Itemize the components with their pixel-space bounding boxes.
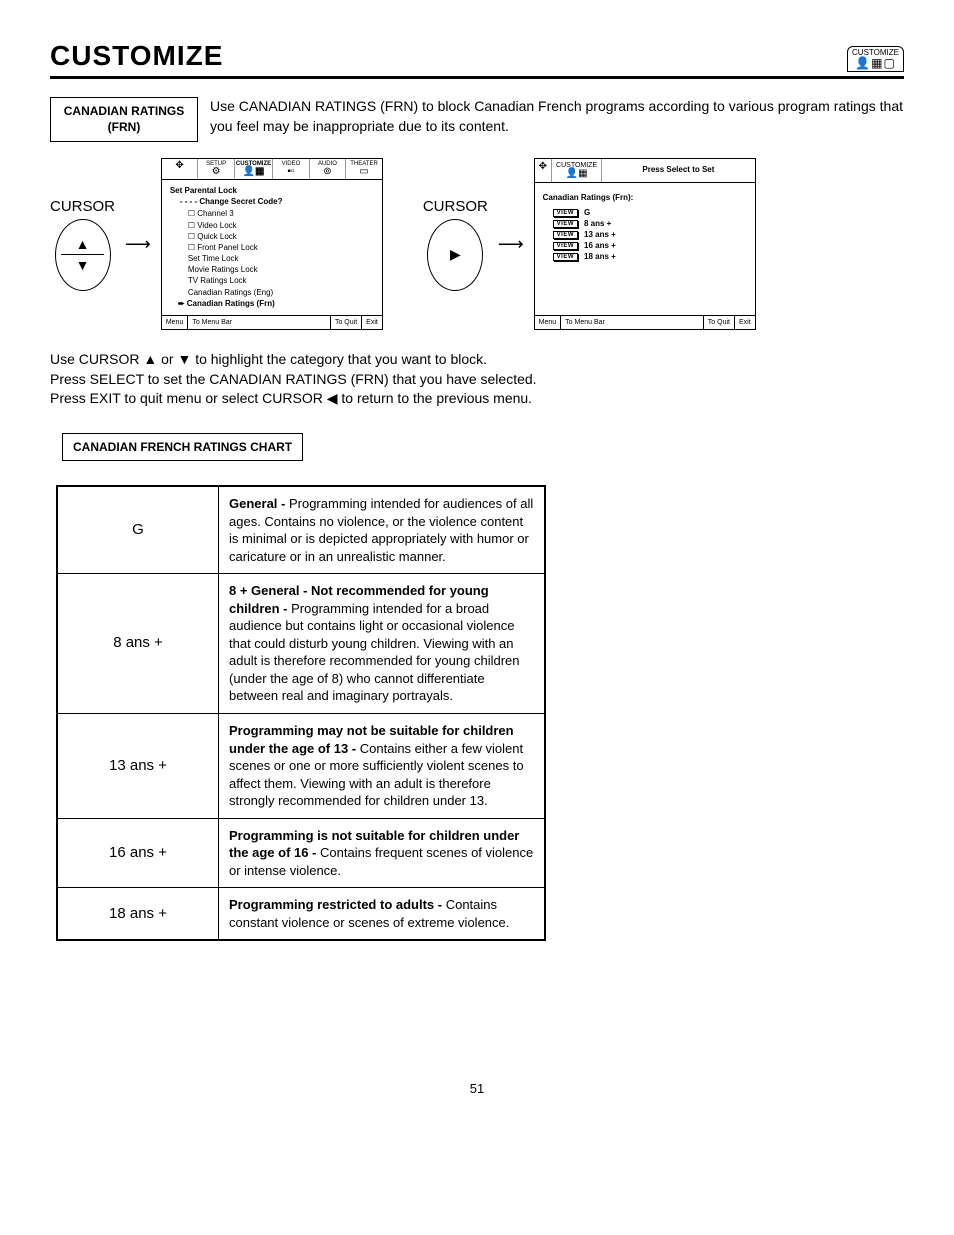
- osd-rating-row: VIEW 18 ans +: [553, 252, 747, 261]
- osd-nav-icon: ✥: [535, 159, 552, 182]
- osd-tab-audio: AUDIO⊚: [310, 159, 347, 179]
- right-triangle-icon: ▶: [450, 246, 461, 263]
- section-label-box: CANADIAN RATINGS(FRN): [50, 97, 198, 142]
- rating-label: 18 ans +: [584, 252, 616, 261]
- table-row: 13 ans +Programming may not be suitable …: [57, 713, 545, 818]
- rating-desc-cell: Programming restricted to adults - Conta…: [219, 888, 546, 941]
- osd-menu-item: Movie Ratings Lock: [188, 264, 374, 275]
- rating-code-cell: 13 ans +: [57, 713, 219, 818]
- page-title: CUSTOMIZE: [50, 40, 223, 72]
- instructions: Use CURSOR ▲ or ▼ to highlight the categ…: [50, 350, 904, 409]
- osd-rating-row: VIEW 16 ans +: [553, 241, 747, 250]
- rating-code-cell: 18 ans +: [57, 888, 219, 941]
- cursor-block-right: CURSOR ▶: [423, 198, 488, 291]
- customize-badge: CUSTOMIZE 👤▦▢: [847, 46, 904, 72]
- osd-rating-row: VIEW G: [553, 208, 747, 217]
- osd-nav-icon: ✥: [162, 159, 199, 179]
- rating-label: G: [584, 208, 590, 217]
- osd-tab-theater: THEATER▭: [346, 159, 382, 179]
- osd-rating-row: VIEW 8 ans +: [553, 219, 747, 228]
- intro-text: Use CANADIAN RATINGS (FRN) to block Cana…: [210, 97, 904, 142]
- osd-menu-item: Canadian Ratings (Frn): [178, 298, 374, 309]
- view-button: VIEW: [553, 253, 578, 261]
- arrow-right-icon: ⟶: [125, 234, 151, 255]
- cursor-block-updown: CURSOR ▲ ▼: [50, 198, 115, 291]
- osd-prompt: Press Select to Set: [602, 159, 755, 182]
- view-button: VIEW: [553, 209, 578, 217]
- badge-icons: 👤▦▢: [852, 57, 899, 69]
- table-row: 8 ans +8 + General - Not recommended for…: [57, 574, 545, 714]
- osd-tab-video: VIDEO▪▫: [273, 159, 310, 179]
- osd-menu-item: Set Time Lock: [188, 253, 374, 264]
- rating-code-cell: 8 ans +: [57, 574, 219, 714]
- osd-menu-item: Quick Lock: [188, 231, 374, 242]
- arrow-right-icon: ⟶: [498, 234, 524, 255]
- rating-code-cell: 16 ans +: [57, 818, 219, 888]
- table-row: 16 ans +Programming is not suitable for …: [57, 818, 545, 888]
- osd-menu-item: TV Ratings Lock: [188, 275, 374, 286]
- osd-rating-row: VIEW 13 ans +: [553, 230, 747, 239]
- osd-tab-setup: SETUP⚙: [198, 159, 235, 179]
- view-button: VIEW: [553, 231, 578, 239]
- osd-menu-item: Front Panel Lock: [188, 242, 374, 253]
- osd-tab-customize: CUSTOMIZE👤▦: [552, 159, 602, 182]
- view-button: VIEW: [553, 220, 578, 228]
- rating-label: 8 ans +: [584, 219, 611, 228]
- osd-menu-item: Channel 3: [188, 208, 374, 219]
- osd-menu-item: Canadian Ratings (Eng): [188, 287, 374, 298]
- view-button: VIEW: [553, 242, 578, 250]
- down-triangle-icon: ▼: [76, 257, 90, 273]
- rating-desc-cell: Programming is not suitable for children…: [219, 818, 546, 888]
- rating-desc-cell: Programming may not be suitable for chil…: [219, 713, 546, 818]
- osd-screen-2: ✥ CUSTOMIZE👤▦ Press Select to Set Canadi…: [534, 158, 756, 330]
- osd-menu-item: Video Lock: [188, 220, 374, 231]
- page-number: 51: [50, 1081, 904, 1096]
- table-row: GGeneral - Programming intended for audi…: [57, 486, 545, 574]
- rating-label: 16 ans +: [584, 241, 616, 250]
- rating-code-cell: G: [57, 486, 219, 574]
- chart-label-box: CANADIAN FRENCH RATINGS CHART: [62, 433, 303, 461]
- rating-desc-cell: 8 + General - Not recommended for young …: [219, 574, 546, 714]
- rating-label: 13 ans +: [584, 230, 616, 239]
- up-triangle-icon: ▲: [76, 236, 90, 252]
- ratings-chart-table: GGeneral - Programming intended for audi…: [56, 485, 546, 941]
- osd-tab-customize: CUSTOMIZE👤▦: [235, 159, 273, 179]
- table-row: 18 ans +Programming restricted to adults…: [57, 888, 545, 941]
- rating-desc-cell: General - Programming intended for audie…: [219, 486, 546, 574]
- osd-screen-1: ✥ SETUP⚙ CUSTOMIZE👤▦ VIDEO▪▫ AUDIO⊚ THEA…: [161, 158, 383, 330]
